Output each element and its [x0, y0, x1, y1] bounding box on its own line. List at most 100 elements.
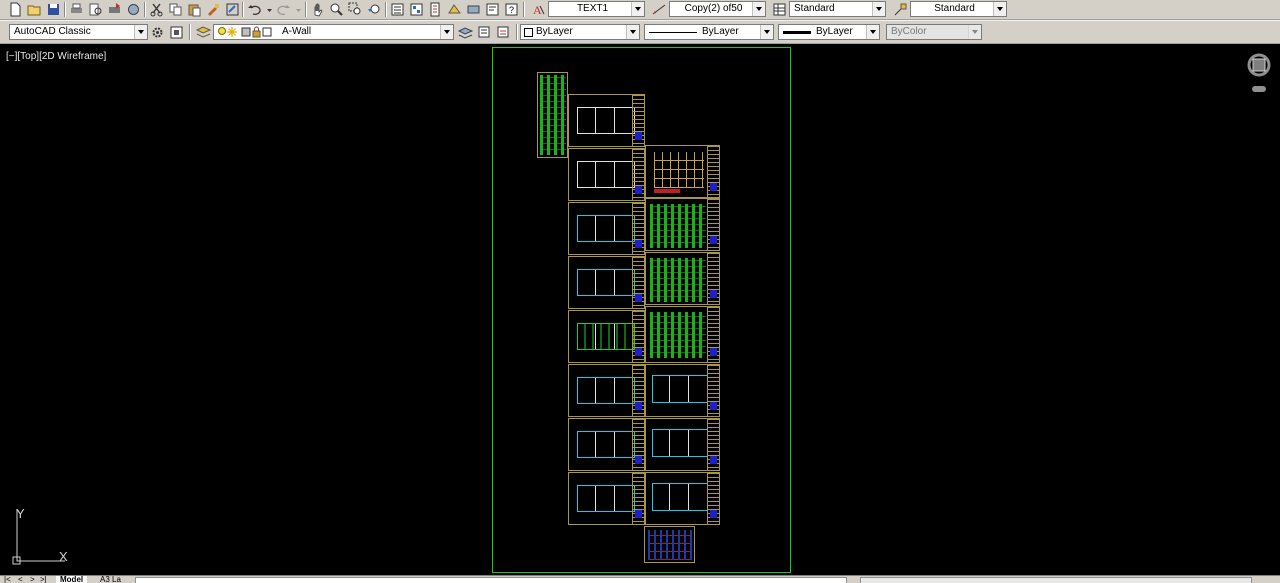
- dim-style-select[interactable]: Copy(2) of50: [669, 1, 766, 17]
- drawing-sheet-legend[interactable]: [537, 72, 568, 158]
- text-style-chevron-down-icon[interactable]: [631, 2, 644, 16]
- ucs-x-label: X: [59, 549, 68, 564]
- tool-palettes-icon[interactable]: [428, 2, 443, 17]
- print-preview-icon[interactable]: [88, 2, 103, 17]
- drawing-sheet-r5[interactable]: [645, 364, 720, 417]
- drawing-sheet-r1[interactable]: [645, 145, 720, 198]
- multileader-style-icon[interactable]: [893, 2, 908, 17]
- undo-dropdown-icon[interactable]: [262, 2, 272, 17]
- standard-toolbar: ? A TEXT1 Copy(2) of50 Standard Standard: [0, 0, 1280, 20]
- redo-dropdown-icon[interactable]: [291, 2, 301, 17]
- sheet-set-icon[interactable]: [447, 2, 462, 17]
- zoom-realtime-icon[interactable]: [329, 2, 344, 17]
- print-icon[interactable]: [69, 2, 84, 17]
- lineweight-preview: [783, 31, 811, 34]
- text-style-value: TEXT1: [576, 3, 609, 14]
- workspace-customize-icon[interactable]: [169, 25, 184, 40]
- layer-chevron-down-icon[interactable]: [440, 25, 453, 39]
- text-style-icon[interactable]: A: [531, 2, 546, 17]
- redo-icon[interactable]: [276, 2, 291, 17]
- quickcalc-icon[interactable]: [485, 2, 500, 17]
- workspace-value: AutoCAD Classic: [14, 26, 91, 37]
- workspace-settings-icon[interactable]: [150, 25, 165, 40]
- linetype-value: ByLayer: [702, 26, 739, 37]
- ucs-icon: Y X: [12, 506, 68, 565]
- plotstyle-value: ByColor: [891, 26, 927, 37]
- open-icon[interactable]: [27, 2, 42, 17]
- drawing-sheet-l8[interactable]: [568, 472, 645, 525]
- drawing-sheet-l1[interactable]: [568, 94, 645, 147]
- model-space-viewport[interactable]: [−][Top][2D Wireframe] Y X: [1, 44, 1280, 574]
- undo-icon[interactable]: [247, 2, 262, 17]
- horizontal-scrollbar[interactable]: [135, 577, 847, 583]
- drawing-sheet-l2[interactable]: [568, 148, 645, 201]
- drawing-sheet-l7[interactable]: [568, 418, 645, 471]
- layer-select[interactable]: A-Wall: [213, 24, 454, 40]
- dim-style-value: Copy(2) of50: [684, 3, 743, 14]
- match-properties-icon[interactable]: [206, 2, 221, 17]
- layers-properties-toolbar: AutoCAD Classic A-Wall ByLayer ByLayer B…: [0, 20, 1280, 44]
- zoom-window-icon[interactable]: [348, 2, 363, 17]
- drawing-sheet-l3[interactable]: [568, 202, 645, 255]
- save-icon[interactable]: [46, 2, 61, 17]
- properties-icon[interactable]: [390, 2, 405, 17]
- drawing-sheet-l6[interactable]: [568, 364, 645, 417]
- markup-icon[interactable]: [466, 2, 481, 17]
- new-icon[interactable]: [8, 2, 23, 17]
- block-editor-icon[interactable]: [225, 2, 240, 17]
- table-style-value: Standard: [794, 3, 835, 14]
- drawing-sheet-r4[interactable]: [645, 306, 720, 363]
- multileader-style-value: Standard: [934, 3, 975, 14]
- workspace-chevron-down-icon[interactable]: [134, 25, 147, 39]
- navigation-bar[interactable]: [1244, 52, 1274, 96]
- design-center-icon[interactable]: [409, 2, 424, 17]
- color-select[interactable]: ByLayer: [520, 24, 640, 40]
- layer-value: A-Wall: [282, 26, 312, 37]
- multileader-style-select[interactable]: Standard: [910, 1, 1007, 17]
- layer-properties-manager-icon[interactable]: [196, 25, 211, 40]
- linetype-select[interactable]: ByLayer: [644, 24, 774, 40]
- viewport-controls-label[interactable]: [−][Top][2D Wireframe]: [6, 51, 106, 62]
- drawing-sheet-bottom[interactable]: [644, 526, 695, 563]
- copy-icon[interactable]: [168, 2, 183, 17]
- layer-previous-icon[interactable]: [477, 25, 492, 40]
- multileader-style-chevron-down-icon[interactable]: [993, 2, 1006, 16]
- help-icon[interactable]: ?: [504, 2, 519, 17]
- ucs-y-label: Y: [16, 506, 25, 521]
- table-style-icon[interactable]: [772, 2, 787, 17]
- lineweight-select[interactable]: ByLayer: [778, 24, 880, 40]
- drawing-sheet-r3[interactable]: [645, 252, 720, 305]
- table-style-select[interactable]: Standard: [789, 1, 886, 17]
- drawing-sheet-l4[interactable]: [568, 256, 645, 309]
- drawing-sheet-r2[interactable]: [645, 198, 720, 251]
- layer-states-icon[interactable]: [496, 25, 511, 40]
- 3d-print-icon[interactable]: [126, 2, 141, 17]
- dim-style-chevron-down-icon[interactable]: [752, 2, 765, 16]
- cut-icon[interactable]: [149, 2, 164, 17]
- layout-sheet-boundary: [492, 47, 791, 573]
- linetype-chevron-down-icon[interactable]: [760, 25, 773, 39]
- horizontal-scrollbar-track[interactable]: [860, 577, 1252, 583]
- drawing-sheet-r6[interactable]: [645, 418, 720, 471]
- plotstyle-select: ByColor: [886, 24, 982, 40]
- svg-text:?: ?: [509, 5, 514, 15]
- dim-style-icon[interactable]: [652, 2, 667, 17]
- make-object-layer-current-icon[interactable]: [458, 25, 473, 40]
- linetype-preview: [649, 32, 697, 33]
- lineweight-value: ByLayer: [816, 26, 853, 37]
- table-style-chevron-down-icon[interactable]: [872, 2, 885, 16]
- publish-icon[interactable]: [107, 2, 122, 17]
- drawing-sheet-l5[interactable]: [568, 310, 645, 363]
- zoom-previous-icon[interactable]: [367, 2, 382, 17]
- color-chevron-down-icon[interactable]: [626, 25, 639, 39]
- pan-icon[interactable]: [310, 2, 325, 17]
- layer-state-icons: [218, 26, 272, 38]
- text-style-select[interactable]: TEXT1: [548, 1, 645, 17]
- drawing-sheet-r7[interactable]: [645, 472, 720, 525]
- color-swatch: [524, 28, 533, 37]
- plotstyle-chevron-down-icon: [968, 25, 981, 39]
- workspace-select[interactable]: AutoCAD Classic: [9, 24, 148, 40]
- color-value: ByLayer: [536, 26, 573, 37]
- paste-icon[interactable]: [187, 2, 202, 17]
- lineweight-chevron-down-icon[interactable]: [866, 25, 879, 39]
